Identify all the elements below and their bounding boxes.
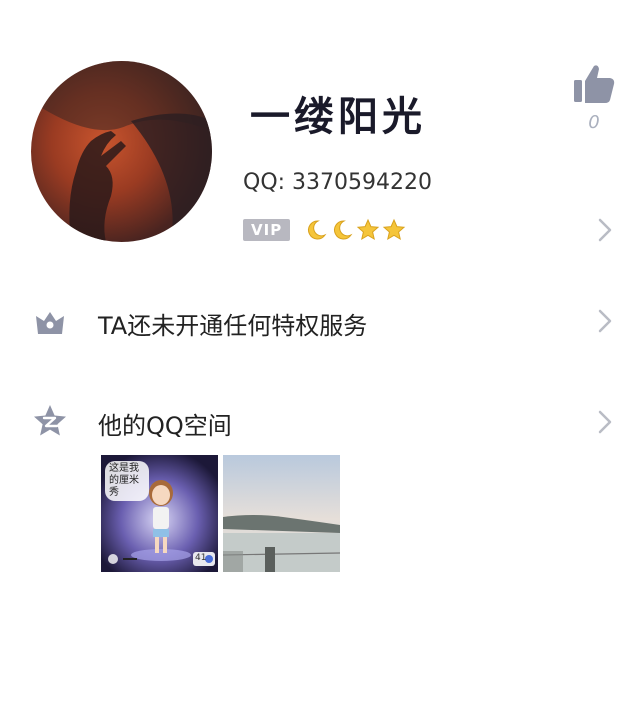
qzone-chevron-icon[interactable] bbox=[598, 410, 612, 434]
privilege-text[interactable]: TA还未开通任何特权服务 bbox=[98, 306, 367, 341]
avatar-image bbox=[31, 61, 212, 242]
thumb-caption: 这是我的厘米秀 bbox=[105, 461, 149, 501]
thumb-badge-count: 41 bbox=[195, 553, 207, 563]
profile-avatar[interactable] bbox=[31, 61, 212, 242]
star-icon bbox=[356, 218, 380, 241]
level-icons bbox=[304, 218, 406, 242]
thumbs-up-icon bbox=[574, 65, 615, 103]
privilege-chevron-icon[interactable] bbox=[598, 309, 612, 333]
vip-level-row[interactable]: VIP bbox=[243, 216, 406, 244]
moon-icon bbox=[308, 220, 327, 240]
like-button[interactable]: 0 bbox=[572, 62, 616, 133]
nickname: 一缕阳光 bbox=[250, 93, 426, 140]
like-count: 0 bbox=[588, 112, 600, 133]
qzone-photo-2[interactable] bbox=[223, 455, 340, 572]
qzone-text[interactable]: 他的QQ空间 bbox=[98, 406, 232, 441]
crown-icon bbox=[33, 305, 67, 339]
star-icon bbox=[382, 218, 406, 241]
qzone-photo-1[interactable]: 这是我的厘米秀 41 bbox=[101, 455, 218, 572]
vip-chevron-icon[interactable] bbox=[598, 218, 612, 242]
qq-number: QQ: 3370594220 bbox=[243, 170, 433, 195]
qzone-star-icon bbox=[33, 404, 67, 438]
vip-badge: VIP bbox=[243, 219, 291, 241]
moon-icon bbox=[334, 220, 353, 240]
lake-photo-image bbox=[223, 455, 340, 572]
